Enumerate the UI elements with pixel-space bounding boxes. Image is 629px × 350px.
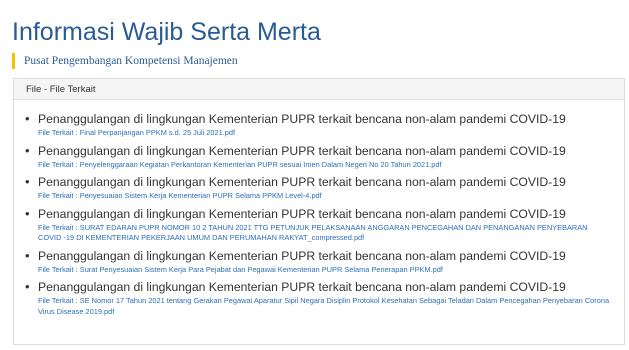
file-line: File Terkait : Surat Penyesuaian Sistem … <box>25 265 612 276</box>
file-line: File Terkait : Penyesuaian Sistem Kerja … <box>25 191 612 202</box>
file-label: File Terkait : <box>38 264 78 274</box>
list-item: • Penanggulangan di lingkungan Kementeri… <box>25 143 612 171</box>
item-title-text: Penanggulangan di lingkungan Kementerian… <box>38 175 566 189</box>
list-item-title: • Penanggulangan di lingkungan Kementeri… <box>25 279 612 295</box>
page-title: Informasi Wajib Serta Merta <box>12 18 321 46</box>
list-item-title: • Penanggulangan di lingkungan Kementeri… <box>25 248 612 264</box>
bullet-icon: • <box>25 142 30 158</box>
list-item-title: • Penanggulangan di lingkungan Kementeri… <box>25 111 612 127</box>
file-link[interactable]: Final Perpanjangan PPKM s.d. 25 Juli 202… <box>80 128 235 137</box>
file-line: File Terkait : Final Perpanjangan PPKM s… <box>25 128 612 139</box>
file-line: File Terkait : Penyelenggaraan Kegiatan … <box>25 160 612 171</box>
item-title-text: Penanggulangan di lingkungan Kementerian… <box>38 280 566 294</box>
bullet-icon: • <box>25 247 30 263</box>
file-link[interactable]: SURAT EDARAN PUPR NOMOR 10 2 TAHUN 2021 … <box>38 223 588 243</box>
item-title-text: Penanggulangan di lingkungan Kementerian… <box>38 248 566 263</box>
list-item-title: • Penanggulangan di lingkungan Kementeri… <box>25 143 612 159</box>
list-item-title: • Penanggulangan di lingkungan Kementeri… <box>25 174 612 190</box>
file-label: File Terkait : <box>38 159 78 169</box>
file-link[interactable]: Penyesuaian Sistem Kerja Kementerian PUP… <box>80 191 322 200</box>
file-list: • Penanggulangan di lingkungan Kementeri… <box>14 100 624 317</box>
file-label: File Terkait : <box>38 296 78 305</box>
panel-title: File - File Terkait <box>14 79 624 100</box>
file-line: File Terkait : SURAT EDARAN PUPR NOMOR 1… <box>25 223 612 244</box>
list-item: • Penanggulangan di lingkungan Kementeri… <box>25 279 612 317</box>
list-item-title: • Penanggulangan di lingkungan Kementeri… <box>25 206 612 222</box>
item-title-text: Penanggulangan di lingkungan Kementerian… <box>38 143 566 158</box>
file-link[interactable]: SE Nomor 17 Tahun 2021 tentang Gerakan P… <box>38 296 609 316</box>
file-label: File Terkait : <box>38 128 78 137</box>
bullet-icon: • <box>25 111 30 126</box>
file-link[interactable]: Penyelenggaraan Kegiatan Perkantoran Kem… <box>80 160 442 169</box>
bullet-icon: • <box>25 205 30 221</box>
item-title-text: Penanggulangan di lingkungan Kementerian… <box>38 206 566 221</box>
page-subtitle: Pusat Pengembangan Kompetensi Manajemen <box>12 53 238 69</box>
file-label: File Terkait : <box>38 191 78 200</box>
list-item: • Penanggulangan di lingkungan Kementeri… <box>25 206 612 244</box>
file-line: File Terkait : SE Nomor 17 Tahun 2021 te… <box>25 296 612 317</box>
related-files-panel: File - File Terkait • Penanggulangan di … <box>13 78 625 345</box>
list-item: • Penanggulangan di lingkungan Kementeri… <box>25 174 612 202</box>
file-label: File Terkait : <box>38 222 78 232</box>
bullet-icon: • <box>25 279 30 294</box>
item-title-text: Penanggulangan di lingkungan Kementerian… <box>38 112 566 126</box>
list-item: • Penanggulangan di lingkungan Kementeri… <box>25 111 612 139</box>
bullet-icon: • <box>25 174 30 189</box>
file-link[interactable]: Surat Penyesuaian Sistem Kerja Para Peja… <box>80 265 443 274</box>
list-item: • Penanggulangan di lingkungan Kementeri… <box>25 248 612 276</box>
